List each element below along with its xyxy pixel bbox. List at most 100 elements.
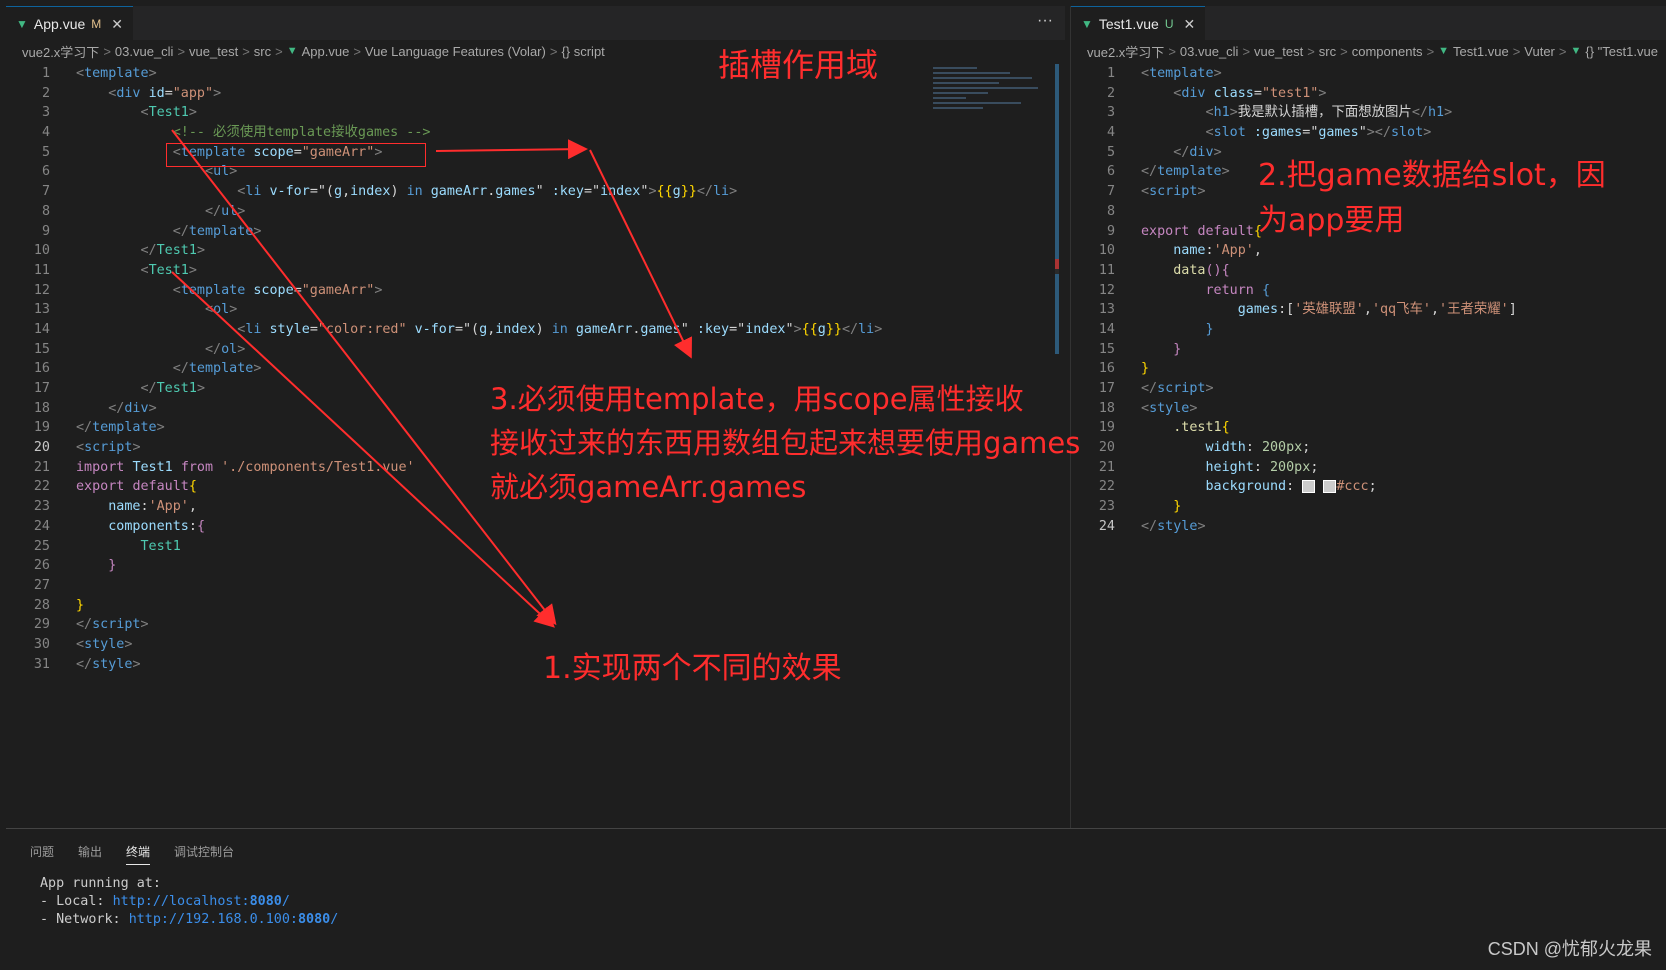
code-line[interactable]: 1 <template>	[6, 64, 1065, 84]
code-line[interactable]: 14 <li style="color:red" v-for="(g,index…	[6, 320, 1065, 340]
terminal-output[interactable]: App running at: - Local: http://localhos…	[6, 865, 1666, 929]
line-number: 4	[1106, 125, 1115, 141]
code-line[interactable]: 15 }	[1071, 340, 1666, 360]
code-line[interactable]: 18 <style>	[1071, 399, 1666, 419]
code-line[interactable]: 1 <template>	[1071, 64, 1666, 84]
breadcrumb-separator: >	[353, 43, 361, 59]
breadcrumb: vue2.x学习下 >03.vue_cli > vue_test > src > ▼ App.v…	[6, 40, 1065, 62]
more-actions-icon[interactable]: ···	[1037, 12, 1053, 30]
panel-tab[interactable]: 调试控制台	[174, 843, 234, 865]
code-line[interactable]: 25 Test1	[6, 537, 1065, 557]
code-line[interactable]: 8 </ul>	[6, 202, 1065, 222]
code-line[interactable]: 3 <Test1>	[6, 103, 1065, 123]
line-number: 22	[1098, 479, 1115, 495]
code-line[interactable]: 13 games:['英雄联盟','qq飞车','王者荣耀']	[1071, 300, 1666, 320]
breadcrumb-item[interactable]: 03.vue_cli	[1180, 44, 1239, 59]
code-line[interactable]: 26 }	[6, 556, 1065, 576]
line-number: 22	[33, 479, 50, 495]
code-line[interactable]: 20 width: 200px;	[1071, 438, 1666, 458]
code-line[interactable]: 24 </style>	[1071, 517, 1666, 537]
code-line[interactable]: 13 <ol>	[6, 300, 1065, 320]
code-line[interactable]: 30 <style>	[6, 635, 1065, 655]
code-line[interactable]: 10 name:'App',	[1071, 241, 1666, 261]
annotation-title: 插槽作用域	[718, 46, 879, 84]
code-editor-test1-vue[interactable]: 1 <template> 2 <div class="test1"> 3 <h1>我是…	[1071, 64, 1666, 537]
close-icon[interactable]: ✕	[1184, 16, 1196, 33]
code-line[interactable]: 28}	[6, 596, 1065, 616]
line-number: 18	[1098, 400, 1115, 416]
code-text: <Test1>	[140, 262, 197, 278]
breadcrumb-item[interactable]: {} script	[561, 44, 604, 59]
close-icon[interactable]: ✕	[111, 16, 123, 33]
breadcrumb-separator: >	[1426, 43, 1435, 59]
code-line[interactable]: 17 </script>	[1071, 379, 1666, 399]
code-line[interactable]: 31 </style>	[6, 655, 1065, 675]
breadcrumb-item[interactable]: {} "Test1.vue	[1585, 44, 1658, 59]
breadcrumb-item[interactable]: Test1.vue	[1453, 44, 1509, 59]
code-line[interactable]: 9 </template>	[6, 222, 1065, 242]
panel-tab[interactable]: 终端	[126, 843, 151, 865]
code-line[interactable]: 22 background: #ccc;	[1071, 477, 1666, 497]
code-line[interactable]: 10 </Test1>	[6, 241, 1065, 261]
code-text: <style>	[1141, 400, 1198, 416]
code-line[interactable]: 11 data(){	[1071, 261, 1666, 281]
code-line[interactable]: 2 <div class="test1">	[1071, 84, 1666, 104]
code-text: </script>	[76, 617, 149, 633]
breadcrumb-item[interactable]: Vue Language Features (Volar)	[365, 44, 546, 59]
terminal-line: App running at:	[40, 876, 161, 891]
line-number: 16	[33, 361, 50, 377]
code-text: }	[1173, 341, 1182, 357]
code-line[interactable]: 23 }	[1071, 497, 1666, 517]
code-line[interactable]: 4 <!-- 必须使用template接收games -->	[6, 123, 1065, 143]
breadcrumb-separator: >	[1512, 43, 1521, 59]
code-line[interactable]: 14 }	[1071, 320, 1666, 340]
scrollbar[interactable]	[1055, 64, 1059, 354]
local-url[interactable]: http://localhost:8080/	[113, 894, 290, 909]
line-number: 14	[1098, 321, 1115, 337]
breadcrumb-item[interactable]: src	[1319, 44, 1336, 59]
code-text: .test1{	[1173, 420, 1230, 436]
breadcrumb-item[interactable]: 03.vue_cli	[115, 44, 174, 59]
tab-label: App.vue	[33, 16, 86, 32]
breadcrumb-item[interactable]: components	[1352, 44, 1423, 59]
code-line[interactable]: 6 <ul>	[6, 162, 1065, 182]
line-number: 9	[1106, 223, 1115, 239]
panel-tab[interactable]: 输出	[78, 843, 102, 865]
breadcrumb-item[interactable]: vue2.x学习下	[22, 42, 99, 61]
breadcrumb-item[interactable]: vue2.x学习下	[1087, 42, 1164, 61]
code-line[interactable]: 29 </script>	[6, 615, 1065, 635]
code-text: </ol>	[205, 341, 246, 357]
code-line[interactable]: 5 <template scope="gameArr">	[6, 143, 1065, 163]
code-line[interactable]: 7 <li v-for="(g,index) in gameArr.games"…	[6, 182, 1065, 202]
breadcrumb-item[interactable]: vue_test	[189, 44, 238, 59]
code-line[interactable]: 4 <slot :games="games"></slot>	[1071, 123, 1666, 143]
code-line[interactable]: 24 components:{	[6, 517, 1065, 537]
line-number: 5	[41, 144, 50, 160]
breadcrumb-item[interactable]: Vuter	[1524, 44, 1555, 59]
code-line[interactable]: 27	[6, 576, 1065, 596]
code-text: </script>	[1141, 381, 1214, 396]
code-line[interactable]: 12 <template scope="gameArr">	[6, 281, 1065, 301]
network-url[interactable]: http://192.168.0.100:8080/	[129, 912, 339, 927]
breadcrumb-item[interactable]: src	[254, 44, 271, 59]
tab-app-vue[interactable]: ▼ App.vue M ✕	[6, 6, 133, 41]
code-line[interactable]: 16}	[1071, 359, 1666, 379]
breadcrumb-item[interactable]: vue_test	[1254, 44, 1303, 59]
tab-test1-vue[interactable]: ▼ Test1.vue U ✕	[1071, 6, 1206, 41]
minimap[interactable]	[933, 64, 1043, 134]
line-number: 5	[1106, 144, 1115, 160]
code-line[interactable]: 19 .test1{	[1071, 418, 1666, 438]
code-line[interactable]: 3 <h1>我是默认插槽，下面想放图片</h1>	[1071, 103, 1666, 123]
code-text: <ol>	[205, 302, 238, 318]
line-number: 11	[1098, 262, 1115, 278]
code-line[interactable]: 15 </ol>	[6, 340, 1065, 360]
code-line[interactable]: 21 height: 200px;	[1071, 458, 1666, 478]
code-line[interactable]: 12 return {	[1071, 281, 1666, 301]
panel-tab[interactable]: 问题	[30, 843, 54, 865]
breadcrumb-item[interactable]: App.vue	[302, 44, 350, 59]
line-number: 30	[33, 636, 50, 652]
code-editor-app-vue[interactable]: 1 <template> 2 <div id="app"> 3 <Test1> 4 <!…	[6, 64, 1065, 674]
code-text: name:'App',	[1173, 243, 1262, 259]
code-line[interactable]: 2 <div id="app">	[6, 84, 1065, 104]
code-line[interactable]: 11 <Test1>	[6, 261, 1065, 281]
